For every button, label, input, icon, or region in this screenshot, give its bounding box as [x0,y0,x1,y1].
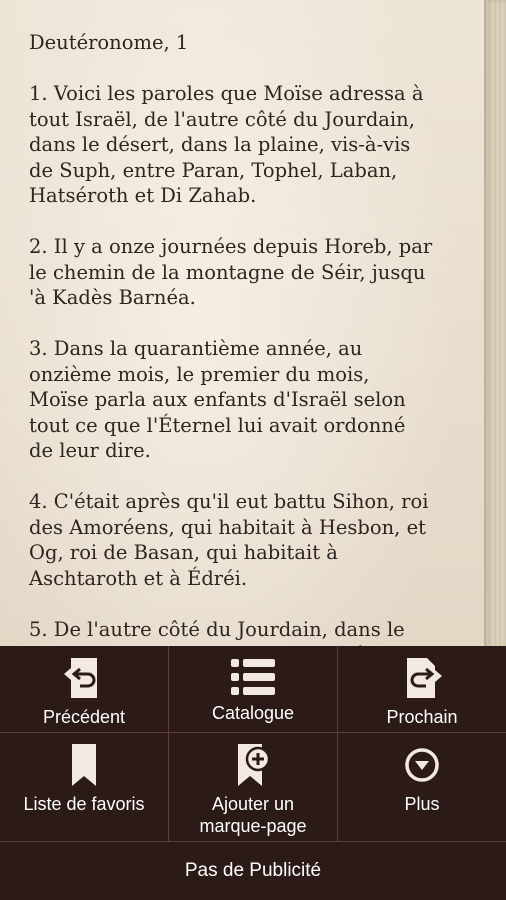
chapter-heading: Deutéronome, 1 [29,31,189,54]
next-label: Prochain [386,707,458,727]
menu-row-1: Précédent Catalogue Prochain [0,646,506,732]
next-page-icon [398,654,446,702]
catalogue-label: Catalogue [211,703,295,723]
catalogue-button[interactable]: Catalogue [169,646,337,732]
verse-1: 1. Voici les paroles que Moïse adressa à… [29,82,424,207]
options-menu: Précédent Catalogue Prochain Liste de fa… [0,646,506,900]
add-bookmark-label: Ajouter un marque-page [199,794,307,836]
more-icon [404,741,440,789]
more-label: Plus [404,794,440,814]
list-icon [229,654,277,702]
menu-row-2: Liste de favoris Ajouter un marque-page [0,733,506,841]
previous-button[interactable]: Précédent [0,646,168,732]
favorites-label: Liste de favoris [23,794,145,814]
previous-label: Précédent [42,707,126,727]
more-button[interactable]: Plus [338,733,506,841]
verse-3: 3. Dans la quarantième année, au onzième… [29,337,406,462]
reader-text[interactable]: Deutéronome, 1 1. Voici les paroles que … [29,30,469,693]
favorites-list-button[interactable]: Liste de favoris [0,733,168,841]
previous-page-icon [60,654,108,702]
bookmark-icon [69,741,99,789]
verse-4: 4. C'était après qu'il eut battu Sihon, … [29,490,429,590]
add-bookmark-button[interactable]: Ajouter un marque-page [169,733,337,841]
next-button[interactable]: Prochain [338,646,506,732]
add-bookmark-icon [235,741,271,789]
menu-row-3: Pas de Publicité [0,842,506,900]
verse-2: 2. Il y a onze journées depuis Horeb, pa… [29,235,433,309]
no-ads-button[interactable]: Pas de Publicité [0,842,506,900]
